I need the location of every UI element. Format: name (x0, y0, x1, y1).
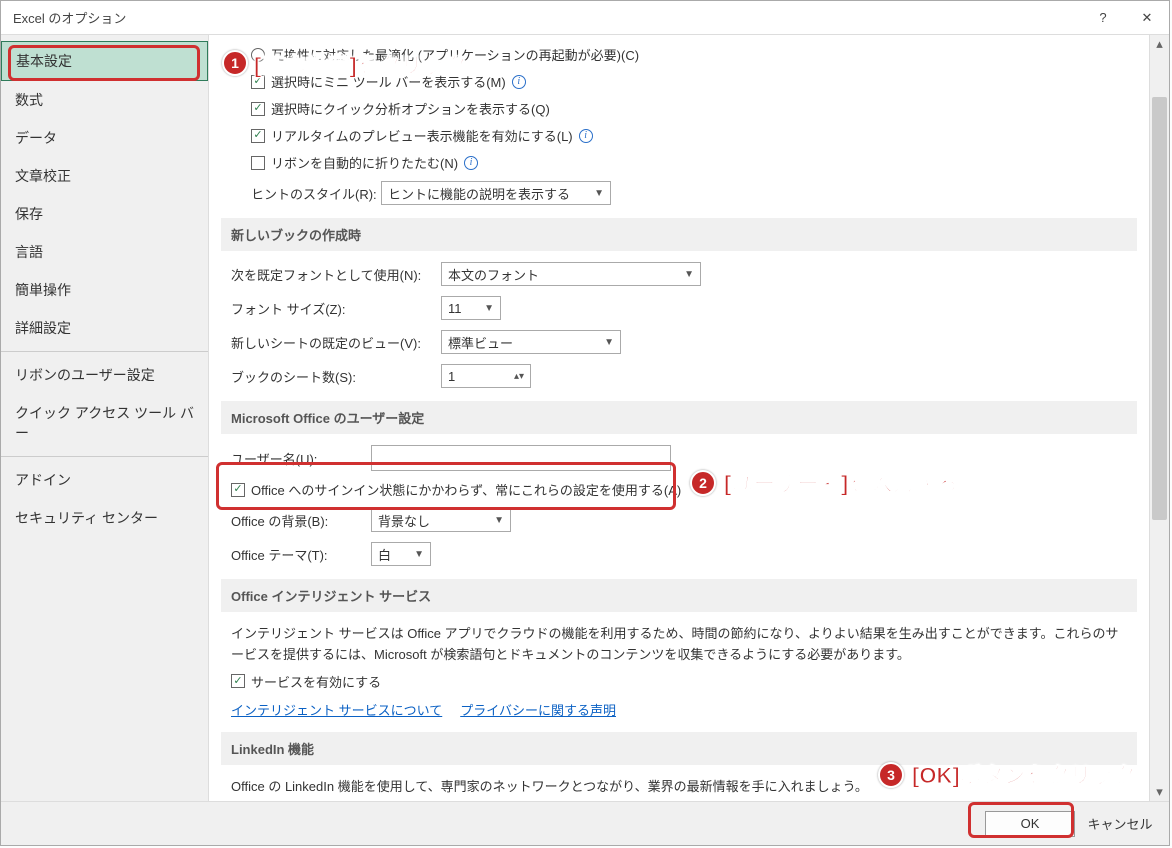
sidebar-item-general[interactable]: 基本設定 (1, 41, 208, 81)
office-bg-label: Office の背景(B): (231, 511, 371, 530)
options-content: 互換性に対応した最適化 (アプリケーションの再起動が必要)(C) 選択時にミニ … (209, 35, 1149, 801)
sidebar-item-qat[interactable]: クイック アクセス ツール バー (1, 394, 208, 452)
checkbox-icon (251, 156, 265, 170)
hint-style-select[interactable]: ヒントに機能の説明を表示する ▼ (381, 181, 611, 205)
spinner-icon: ▴▾ (514, 371, 524, 382)
mini-toolbar-checkbox[interactable]: 選択時にミニ ツール バーを表示する(M) i (221, 68, 1137, 95)
checkbox-icon (251, 129, 265, 143)
chevron-down-icon: ▼ (414, 549, 424, 560)
username-input[interactable] (371, 445, 671, 471)
office-bg-value: 背景なし (378, 511, 430, 530)
always-use-label: Office へのサインイン状態にかかわらず、常にこれらの設定を使用する(A) (251, 480, 681, 499)
mini-toolbar-label: 選択時にミニ ツール バーを表示する(M) (271, 72, 506, 91)
ok-button[interactable]: OK (985, 811, 1075, 837)
enable-services-label: サービスを有効にする (251, 672, 381, 691)
chevron-down-icon: ▼ (604, 337, 614, 348)
sidebar-item-save[interactable]: 保存 (1, 195, 208, 233)
hint-style-value: ヒントに機能の説明を表示する (388, 184, 570, 203)
checkbox-icon (231, 674, 245, 688)
hint-style-label: ヒントのスタイル(R): (251, 184, 381, 203)
section-linkedin: LinkedIn 機能 (221, 732, 1137, 765)
dialog-body: 基本設定 数式 データ 文章校正 保存 言語 簡単操作 詳細設定 リボンのユーザ… (1, 35, 1169, 801)
office-theme-value: 白 (378, 545, 391, 564)
sidebar-item-ribbon[interactable]: リボンのユーザー設定 (1, 356, 208, 394)
dialog-title: Excel のオプション (13, 8, 1081, 27)
font-size-label: フォント サイズ(Z): (231, 299, 441, 318)
scroll-thumb[interactable] (1152, 97, 1167, 520)
scroll-track[interactable] (1150, 53, 1169, 783)
compat-radio-row[interactable]: 互換性に対応した最適化 (アプリケーションの再起動が必要)(C) (221, 41, 1137, 68)
default-view-value: 標準ビュー (448, 333, 513, 352)
username-label: ユーザー名(U): (231, 449, 371, 468)
enable-services-checkbox[interactable]: サービスを有効にする (221, 668, 1137, 695)
info-icon[interactable]: i (512, 75, 526, 89)
default-view-label: 新しいシートの既定のビュー(V): (231, 333, 441, 352)
privacy-statement-link[interactable]: プライバシーに関する声明 (460, 700, 616, 719)
sheet-count-value: 1 (448, 369, 455, 384)
cancel-button[interactable]: キャンセル (1085, 811, 1155, 837)
section-intelligent: Office インテリジェント サービス (221, 579, 1137, 612)
checkbox-icon (251, 75, 265, 89)
category-sidebar: 基本設定 数式 データ 文章校正 保存 言語 簡単操作 詳細設定 リボンのユーザ… (1, 35, 209, 801)
sidebar-separator (1, 351, 208, 352)
intelligent-services-link[interactable]: インテリジェント サービスについて (231, 700, 442, 719)
chevron-down-icon: ▼ (684, 269, 694, 280)
checkbox-icon (231, 483, 245, 497)
chevron-down-icon: ▼ (484, 303, 494, 314)
vertical-scrollbar[interactable]: ▴ ▾ (1149, 35, 1169, 801)
sheet-count-label: ブックのシート数(S): (231, 367, 441, 386)
sidebar-item-trust[interactable]: セキュリティ センター (1, 499, 208, 537)
office-bg-select[interactable]: 背景なし ▼ (371, 508, 511, 532)
chevron-down-icon: ▼ (594, 188, 604, 199)
dialog-footer: OK キャンセル (1, 801, 1169, 845)
intelligent-desc: インテリジェント サービスは Office アプリでクラウドの機能を利用するため… (221, 618, 1137, 668)
default-font-value: 本文のフォント (448, 265, 539, 284)
sidebar-item-ease[interactable]: 簡単操作 (1, 271, 208, 309)
info-icon[interactable]: i (464, 156, 478, 170)
sidebar-item-advanced[interactable]: 詳細設定 (1, 309, 208, 347)
live-preview-checkbox[interactable]: リアルタイムのプレビュー表示機能を有効にする(L) i (221, 122, 1137, 149)
section-user-settings: Microsoft Office のユーザー設定 (221, 401, 1137, 434)
sidebar-item-formulas[interactable]: 数式 (1, 81, 208, 119)
sidebar-item-proofing[interactable]: 文章校正 (1, 157, 208, 195)
sheet-count-spinner[interactable]: 1 ▴▾ (441, 364, 531, 388)
quick-analysis-checkbox[interactable]: 選択時にクイック分析オプションを表示する(Q) (221, 95, 1137, 122)
collapse-ribbon-label: リボンを自動的に折りたたむ(N) (271, 153, 458, 172)
section-new-workbook: 新しいブックの作成時 (221, 218, 1137, 251)
collapse-ribbon-checkbox[interactable]: リボンを自動的に折りたたむ(N) i (221, 149, 1137, 176)
font-size-select[interactable]: 11 ▼ (441, 296, 501, 320)
always-use-checkbox[interactable]: Office へのサインイン状態にかかわらず、常にこれらの設定を使用する(A) (221, 476, 1137, 503)
close-button[interactable]: ✕ (1125, 1, 1169, 35)
checkbox-icon (251, 102, 265, 116)
live-preview-label: リアルタイムのプレビュー表示機能を有効にする(L) (271, 126, 573, 145)
chevron-down-icon: ▼ (494, 515, 504, 526)
excel-options-dialog: Excel のオプション ? ✕ 基本設定 数式 データ 文章校正 保存 言語 … (0, 0, 1170, 846)
sidebar-item-addins[interactable]: アドイン (1, 461, 208, 499)
info-icon[interactable]: i (579, 129, 593, 143)
scroll-down-arrow[interactable]: ▾ (1150, 783, 1169, 801)
help-button[interactable]: ? (1081, 1, 1125, 35)
content-wrap: 互換性に対応した最適化 (アプリケーションの再起動が必要)(C) 選択時にミニ … (209, 35, 1169, 801)
default-view-select[interactable]: 標準ビュー ▼ (441, 330, 621, 354)
sidebar-separator (1, 456, 208, 457)
default-font-select[interactable]: 本文のフォント ▼ (441, 262, 701, 286)
font-size-value: 11 (448, 301, 462, 316)
office-theme-label: Office テーマ(T): (231, 545, 371, 564)
quick-analysis-label: 選択時にクイック分析オプションを表示する(Q) (271, 99, 550, 118)
sidebar-item-language[interactable]: 言語 (1, 233, 208, 271)
linkedin-desc: Office の LinkedIn 機能を使用して、専門家のネットワークとつなが… (221, 771, 1137, 800)
sidebar-item-data[interactable]: データ (1, 119, 208, 157)
office-theme-select[interactable]: 白 ▼ (371, 542, 431, 566)
titlebar: Excel のオプション ? ✕ (1, 1, 1169, 35)
default-font-label: 次を既定フォントとして使用(N): (231, 265, 441, 284)
scroll-up-arrow[interactable]: ▴ (1150, 35, 1169, 53)
radio-icon (251, 48, 265, 62)
compat-radio-label: 互換性に対応した最適化 (アプリケーションの再起動が必要)(C) (271, 45, 639, 64)
